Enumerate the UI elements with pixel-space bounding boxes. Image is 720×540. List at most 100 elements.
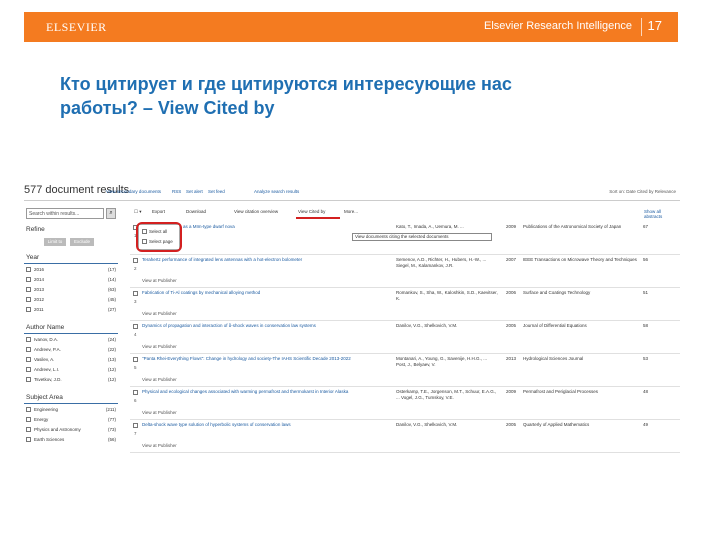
rss-link[interactable]: RSS [172, 189, 181, 194]
download-button[interactable]: Download [186, 209, 206, 214]
filter-item[interactable]: 2012 (45) [26, 296, 118, 304]
row-checkbox[interactable] [133, 324, 138, 329]
view-at-publisher-link[interactable]: View at Publisher [142, 344, 177, 349]
filter-item[interactable]: Engineering (211) [26, 406, 118, 414]
filter-item[interactable]: 2014 (14) [26, 276, 118, 284]
filter-count: (27) [107, 307, 116, 312]
slide: ELSEVIER Elsevier Research Intelligence … [0, 0, 720, 540]
document-source[interactable]: IEEE Transactions on Microwave Theory an… [523, 257, 643, 263]
document-cited-count[interactable]: 58 [643, 323, 648, 328]
document-authors[interactable]: Montanari, A., Young, G., Savenije, H.H.… [396, 356, 498, 368]
document-cited-count[interactable]: 67 [643, 224, 648, 229]
filter-group-heading: Author Name [26, 324, 65, 331]
filter-checkbox[interactable] [26, 437, 31, 442]
analyze-results-link[interactable]: Analyze search results [254, 189, 299, 194]
document-authors[interactable]: Kato, T., Imada, A., Uemura, M. ... [396, 224, 498, 230]
row-divider [130, 419, 680, 420]
filter-count: (45) [107, 297, 116, 302]
document-source[interactable]: Quarterly of Applied Mathematics [523, 422, 643, 428]
more-menu[interactable]: More... [344, 209, 358, 214]
filter-checkbox[interactable] [26, 427, 31, 432]
view-at-publisher-link[interactable]: View at Publisher [142, 443, 177, 448]
document-title-link[interactable]: Delta-shock wave type solution of hyperb… [142, 422, 404, 428]
document-authors[interactable]: Osterkamp, T.E., Jorgenson, M.T., Schuur… [396, 389, 498, 401]
filter-item[interactable]: 2016 (17) [26, 266, 118, 274]
view-at-publisher-link[interactable]: View at Publisher [142, 377, 177, 382]
document-title-link[interactable]: Fabrication of Ti-Al coatings by mechani… [142, 290, 404, 296]
brand-separator [641, 18, 642, 36]
row-checkbox[interactable] [133, 423, 138, 428]
document-authors[interactable]: Romankov, S., Sha, W., Kaloshkin, S.D., … [396, 290, 498, 302]
document-cited-count[interactable]: 51 [643, 290, 648, 295]
filter-item[interactable]: Vasilev, A. (13) [26, 356, 118, 364]
filter-checkbox[interactable] [26, 307, 31, 312]
filter-label: Tsvetkov, J.D. [34, 377, 62, 382]
view-at-publisher-link[interactable]: View at Publisher [142, 311, 177, 316]
filter-checkbox[interactable] [26, 417, 31, 422]
set-alert-link[interactable]: Set alert [186, 189, 203, 194]
document-source[interactable]: Hydrological Sciences Journal [523, 356, 643, 362]
select-checkbox-dropdown[interactable]: ☐ ▾ [134, 209, 142, 215]
row-checkbox[interactable] [133, 291, 138, 296]
row-number: 6 [134, 398, 137, 403]
filter-checkbox[interactable] [26, 337, 31, 342]
document-source[interactable]: Surface and Coatings Technology [523, 290, 643, 296]
filter-item[interactable]: Andreev, P.A. (22) [26, 346, 118, 354]
row-checkbox[interactable] [133, 390, 138, 395]
document-authors[interactable]: Danilov, V.G., Shelkovich, V.M. [396, 422, 498, 428]
filter-checkbox[interactable] [26, 347, 31, 352]
document-cited-count[interactable]: 53 [643, 356, 648, 361]
filter-checkbox[interactable] [26, 357, 31, 362]
export-button[interactable]: Export [152, 209, 165, 214]
view-secondary-link[interactable]: View secondary documents [106, 189, 161, 194]
document-cited-count[interactable]: 48 [643, 389, 648, 394]
document-authors[interactable]: Danilov, V.G., Shelkovich, V.M. [396, 323, 498, 329]
limit-to-button[interactable]: Limit to [44, 238, 66, 246]
filter-checkbox[interactable] [26, 407, 31, 412]
sort-options[interactable]: Sort on: Date Cited by Relevance [609, 189, 676, 194]
filter-group-heading: Year [26, 254, 40, 261]
filter-item[interactable]: Andreev, L.I. (12) [26, 366, 118, 374]
filter-checkbox[interactable] [26, 267, 31, 272]
filter-checkbox[interactable] [26, 287, 31, 292]
view-cited-by-highlight [296, 217, 340, 219]
search-icon[interactable]: ⌕ [106, 208, 116, 219]
filter-item[interactable]: 2013 (63) [26, 286, 118, 294]
filter-item[interactable]: Earth Sciences (56) [26, 436, 118, 444]
view-cited-by-button[interactable]: View Cited by [298, 209, 325, 214]
filter-item[interactable]: Physics and Astronomy (73) [26, 426, 118, 434]
filter-checkbox[interactable] [26, 277, 31, 282]
filter-count: (22) [107, 347, 116, 352]
filter-label: Physics and Astronomy [34, 427, 81, 432]
document-authors[interactable]: Semenov, A.D., Richter, H., Hubers, H.-W… [396, 257, 498, 269]
document-cited-count[interactable]: 49 [643, 422, 648, 427]
slide-title: Кто цитирует и где цитируются интересующ… [60, 72, 660, 120]
document-source[interactable]: Permafrost and Periglacial Processes [523, 389, 643, 395]
page-number: 17 [647, 18, 662, 33]
document-source[interactable]: Journal of Differential Equations [523, 323, 643, 329]
show-all-abstracts-link[interactable]: Show all abstracts [644, 209, 680, 219]
citation-overview-button[interactable]: View citation overview [234, 209, 278, 214]
exclude-button[interactable]: Exclude [70, 238, 94, 246]
table-row: 4 Dynamics of propagation and interaction… [130, 323, 680, 356]
document-year: 2009 [506, 389, 517, 394]
document-title-link[interactable]: "Panta Rhei-Everything Flows": Change in… [142, 356, 404, 362]
document-title-link[interactable]: Dynamics of propagation and interaction … [142, 323, 404, 329]
document-cited-count[interactable]: 56 [643, 257, 648, 262]
filter-checkbox[interactable] [26, 297, 31, 302]
filter-item[interactable]: Energy (77) [26, 416, 118, 424]
filter-item[interactable]: 2011 (27) [26, 306, 118, 314]
view-at-publisher-link[interactable]: View at Publisher [142, 278, 177, 283]
document-source[interactable]: Publications of the Astronomical Society… [523, 224, 643, 230]
row-checkbox[interactable] [133, 258, 138, 263]
filter-checkbox[interactable] [26, 377, 31, 382]
document-title-link[interactable]: Physical and ecological changes associat… [142, 389, 404, 395]
filter-item[interactable]: Tsvetkov, J.D. (12) [26, 376, 118, 384]
filter-checkbox[interactable] [26, 367, 31, 372]
set-feed-link[interactable]: Set feed [208, 189, 225, 194]
search-within-input[interactable]: Search within results... [26, 208, 104, 219]
view-at-publisher-link[interactable]: View at Publisher [142, 410, 177, 415]
row-checkbox[interactable] [133, 357, 138, 362]
document-title-link[interactable]: Terahertz performance of integrated lens… [142, 257, 404, 263]
filter-item[interactable]: Ivanov, D.A. (24) [26, 336, 118, 344]
